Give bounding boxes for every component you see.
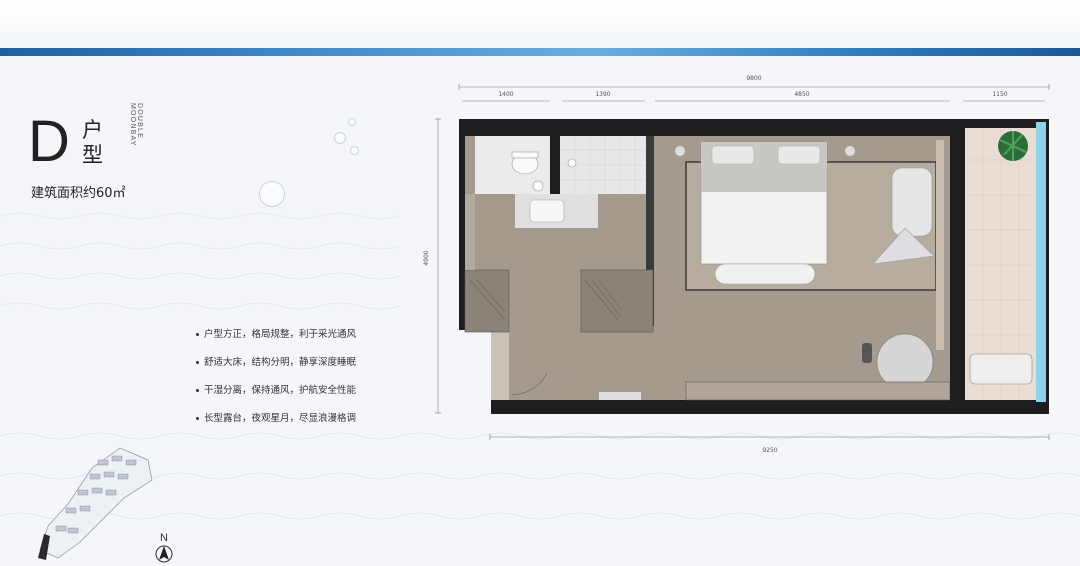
shower-drain-icon: [567, 158, 577, 168]
dim-top-segment: 1400: [498, 91, 513, 98]
lounge-chair-icon: [969, 353, 1033, 385]
dim-left-height: 4900: [423, 250, 430, 265]
round-table-icon: [876, 333, 934, 391]
pillow-icon: [711, 145, 755, 165]
wardrobe: [464, 269, 510, 333]
curtain: [936, 140, 944, 350]
dim-top-total: 9800: [746, 75, 761, 82]
entry-wall-trim: [465, 194, 475, 270]
toilet-tank: [511, 151, 539, 159]
balcony-wall: [950, 119, 965, 414]
bath-partition: [550, 136, 560, 196]
dim-top-segment: 4850: [794, 91, 809, 98]
dim-top-segment: 1150: [992, 91, 1007, 98]
entry-floor: [491, 330, 509, 400]
compass-arrow-icon: [155, 545, 173, 563]
dim-bottom-total: 9250: [762, 447, 777, 454]
bidet-icon: [532, 180, 544, 192]
nightstand-lamp-icon: [675, 146, 685, 156]
desk: [685, 381, 951, 401]
pillow-icon: [777, 145, 821, 165]
chair-icon: [862, 343, 872, 363]
compass-label: N: [160, 532, 168, 544]
sink-icon: [529, 199, 565, 223]
wardrobe: [580, 269, 654, 333]
entry-alcove: [459, 330, 491, 414]
nightstand-lamp-icon: [845, 146, 855, 156]
dim-top-segment: 1390: [595, 91, 610, 98]
balcony-glass: [1036, 122, 1046, 402]
compass: N: [152, 532, 176, 566]
sofa-icon: [891, 167, 933, 237]
bench-icon: [714, 263, 816, 285]
plant-icon: [998, 131, 1028, 161]
shoe-cabinet: [599, 392, 641, 400]
site-map: [38, 447, 153, 560]
